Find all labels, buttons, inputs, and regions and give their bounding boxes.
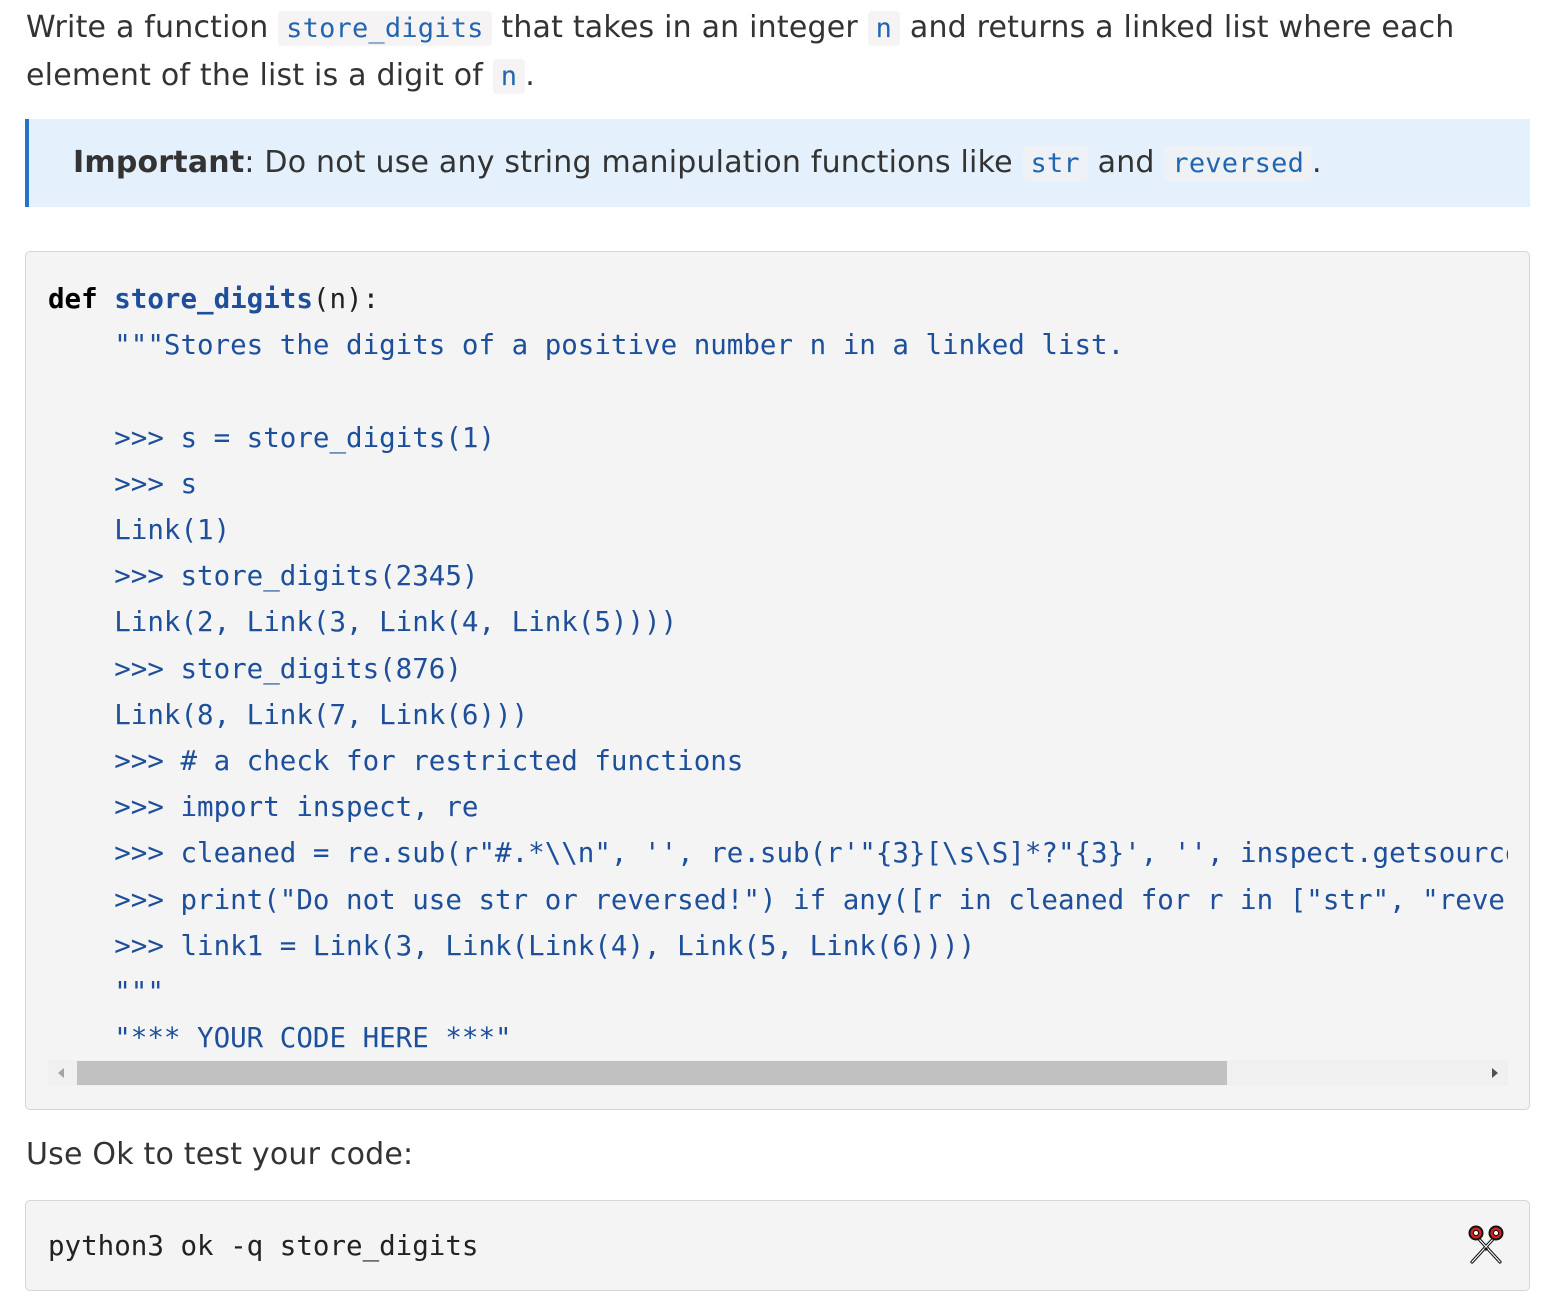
code-scroll-area[interactable]: def store_digits(n): """Stores the digit…	[48, 276, 1508, 1056]
scrollbar-thumb[interactable]	[77, 1061, 1227, 1085]
ok-instruction: Use Ok to test your code:	[26, 1137, 414, 1172]
docstring-line: >>> link1 = Link(3, Link(Link(4), Link(5…	[48, 929, 976, 962]
docstring-line: Link(8, Link(7, Link(6)))	[48, 698, 529, 731]
inline-code-reversed: reversed	[1164, 146, 1313, 181]
docstring-line: >>> print("Do not use str or reversed!")…	[114, 883, 1508, 916]
important-label: Important	[73, 145, 245, 180]
docstring-line: Link(2, Link(3, Link(4, Link(5))))	[48, 606, 678, 639]
docstring-line: >>> cleaned = re.sub(r"#.*\\n", '', re.s…	[114, 837, 1508, 870]
function-name: store_digits	[114, 283, 313, 315]
code-block: def store_digits(n): """Stores the digit…	[25, 251, 1530, 1110]
code-listing: def store_digits(n): """Stores the digit…	[48, 276, 1508, 1056]
scroll-left-arrow-icon[interactable]	[58, 1068, 64, 1078]
docstring-line: """	[48, 976, 164, 1009]
docstring-line: Link(1)	[48, 514, 231, 547]
problem-description: Write a function store_digits that takes…	[26, 4, 1531, 100]
horizontal-scrollbar[interactable]	[48, 1060, 1508, 1086]
def-keyword: def	[48, 283, 98, 315]
scroll-right-arrow-icon[interactable]	[1492, 1068, 1498, 1078]
docstring-line: >>> import inspect, re	[48, 791, 479, 824]
docstring-line: "*** YOUR CODE HERE ***"	[48, 1022, 512, 1055]
ok-command: python3 ok -q store_digits	[48, 1230, 479, 1262]
inline-code-str: str	[1022, 146, 1088, 181]
docstring-line: >>> s	[48, 467, 198, 500]
description-text: Write a function	[26, 10, 279, 45]
important-callout: Important: Do not use any string manipul…	[25, 119, 1530, 207]
docstring-line: >>> store_digits(876)	[48, 652, 462, 685]
inline-code-function-name: store_digits	[278, 11, 492, 46]
callout-text: and	[1087, 145, 1165, 180]
docstring-line: >>> # a check for restricted functions	[48, 745, 744, 778]
function-signature: (n):	[312, 283, 380, 315]
command-block: python3 ok -q store_digits	[25, 1200, 1530, 1291]
description-text: that takes in an integer	[491, 10, 868, 45]
docstring-line: >>> s = store_digits(1)	[48, 421, 496, 454]
docstring-line: >>> store_digits(2345)	[48, 560, 479, 593]
callout-text: .	[1312, 145, 1322, 180]
inline-code-param: n	[867, 11, 901, 46]
inline-code-param: n	[492, 59, 526, 94]
description-text: .	[525, 58, 536, 93]
docstring-line: """Stores the digits of a positive numbe…	[48, 329, 1125, 362]
callout-text: : Do not use any string manipulation fun…	[244, 145, 1023, 180]
scissors-icon[interactable]	[1466, 1224, 1506, 1266]
